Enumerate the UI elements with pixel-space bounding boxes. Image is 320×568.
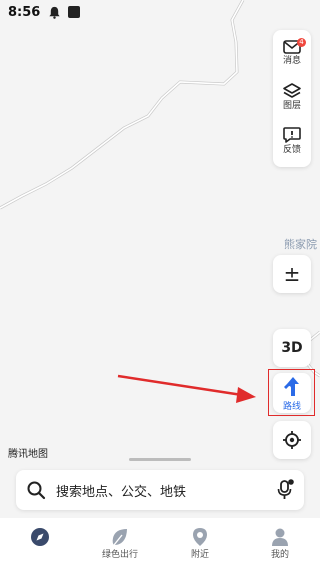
layers-button[interactable]: 图层 <box>273 80 311 120</box>
search-input[interactable]: 搜索地点、公交、地铁 <box>56 481 276 500</box>
bottom-tab-bar: 绿色出行 附近 我的 <box>0 518 320 568</box>
notification-bell-icon <box>49 6 60 19</box>
zoom-button[interactable]: ± <box>273 255 311 293</box>
tab-mine[interactable]: 我的 <box>240 518 320 568</box>
feedback-button[interactable]: 反馈 <box>273 124 311 164</box>
messages-button[interactable]: 4 消息 <box>273 36 311 76</box>
location-pin-icon <box>193 528 207 546</box>
route-highlight-box <box>268 369 315 416</box>
compass-icon <box>31 528 49 546</box>
microphone-icon[interactable] <box>276 479 294 501</box>
map-tool-panel: 4 消息 图层 反馈 <box>273 30 311 167</box>
feedback-icon <box>283 127 301 143</box>
leaf-icon <box>112 529 127 546</box>
map-road <box>0 0 245 210</box>
search-bar[interactable]: 搜索地点、公交、地铁 <box>16 470 304 510</box>
tab-green-travel-label: 绿色出行 <box>101 550 138 560</box>
drag-handle[interactable] <box>129 458 191 461</box>
map-place-label: 熊家院 <box>284 238 317 251</box>
status-app-icon <box>68 6 81 18</box>
3d-button[interactable]: 3D <box>273 329 311 367</box>
feedback-label: 反馈 <box>282 145 301 155</box>
map-brand-logo: 腾讯地图 <box>8 449 48 460</box>
locate-icon <box>283 431 301 449</box>
search-icon <box>27 481 46 500</box>
tab-nearby-label: 附近 <box>190 550 209 560</box>
tab-green-travel[interactable]: 绿色出行 <box>80 518 160 568</box>
layers-label: 图层 <box>282 101 301 111</box>
messages-label: 消息 <box>282 56 301 66</box>
status-time: 8:56 <box>8 4 41 20</box>
annotation-arrow <box>117 374 256 403</box>
locate-button[interactable] <box>273 421 311 459</box>
tab-nearby[interactable]: 附近 <box>160 518 240 568</box>
tab-home[interactable] <box>0 518 80 568</box>
layers-icon <box>283 83 301 98</box>
user-icon <box>272 528 288 546</box>
tab-mine-label: 我的 <box>270 550 289 560</box>
messages-badge: 4 <box>297 38 306 47</box>
status-bar: 8:56 <box>0 0 320 24</box>
